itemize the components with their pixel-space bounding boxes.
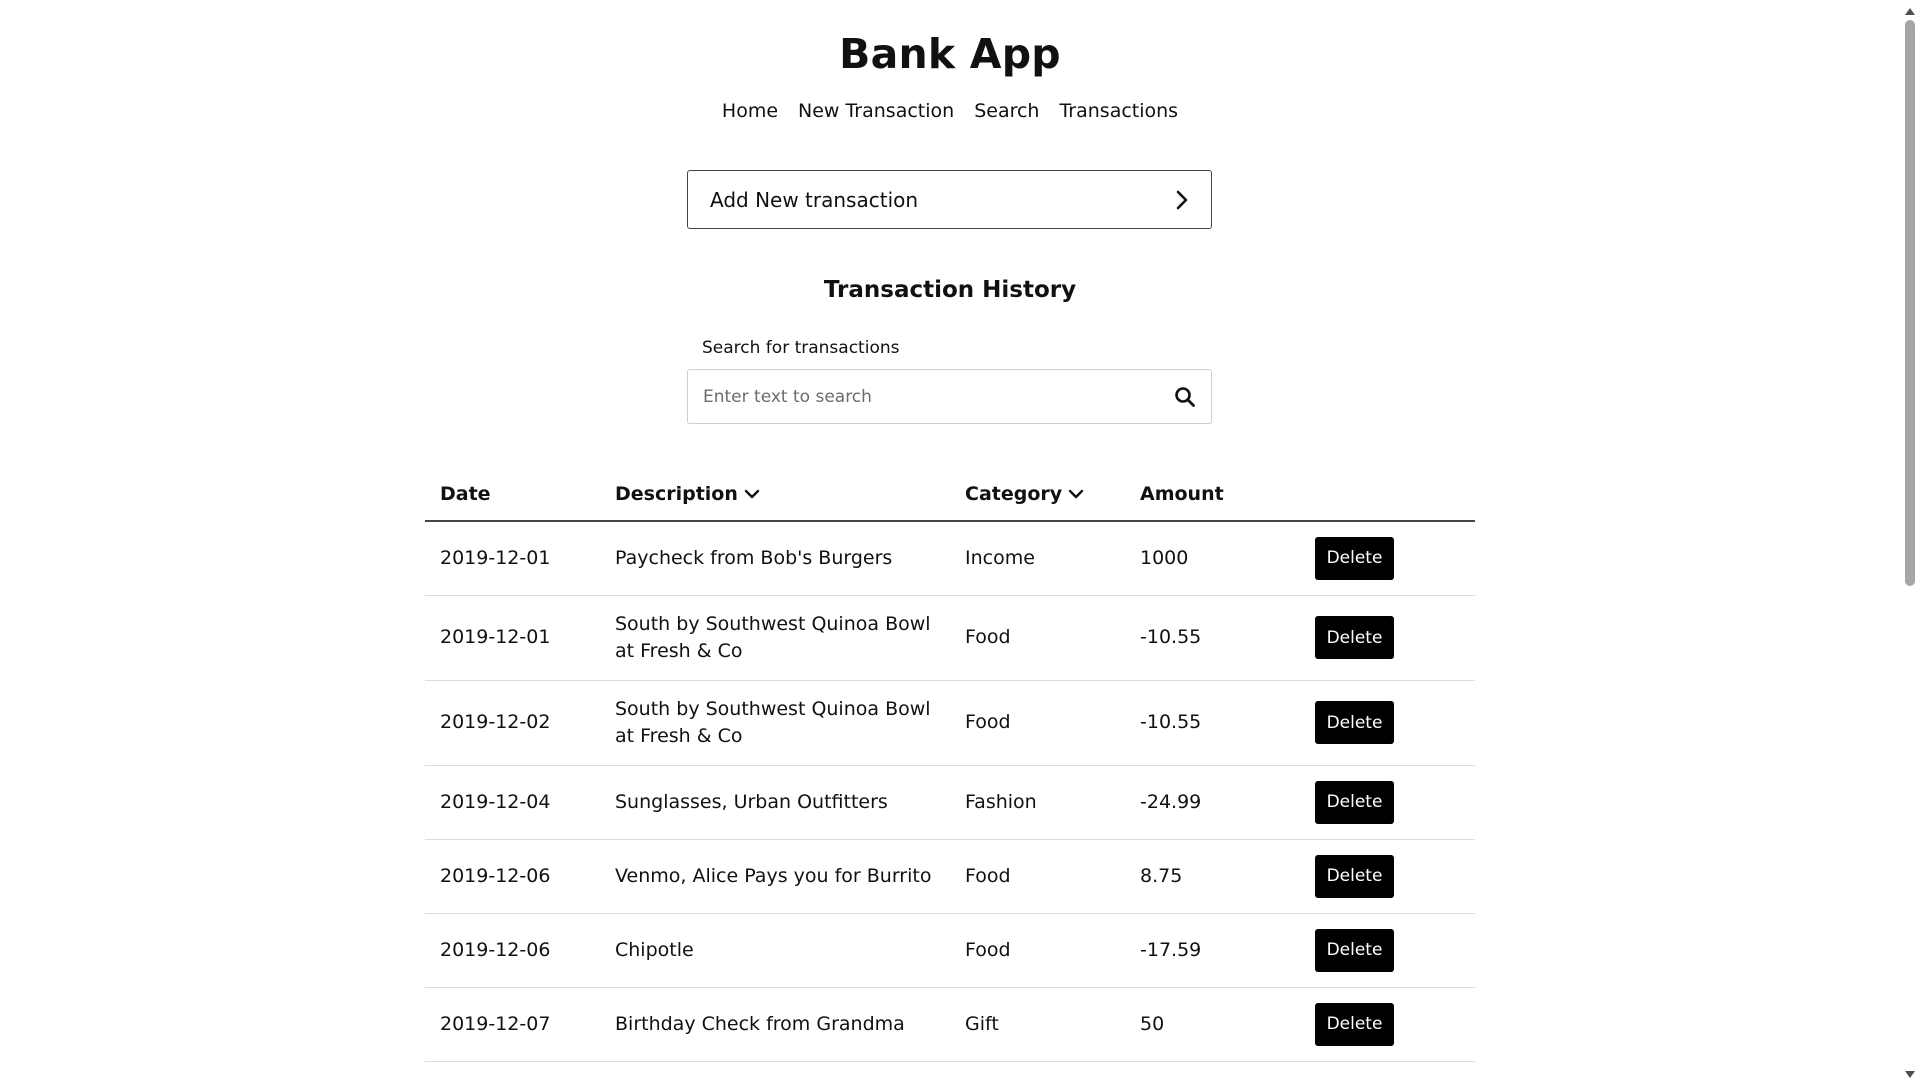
scroll-up-arrow-icon[interactable] <box>1904 3 1916 15</box>
column-header-date: Date <box>425 468 600 522</box>
chevron-right-icon <box>1175 189 1189 211</box>
cell-actions: Delete <box>1300 680 1475 766</box>
table-row: 2019-12-02 South by Southwest Quinoa Bowl… <box>425 680 1475 766</box>
cell-amount: -10.55 <box>1125 680 1300 766</box>
cell-date: 2019-12-02 <box>425 680 600 766</box>
cell-description: South by Southwest Quinoa Bowl at Fresh … <box>600 595 950 681</box>
scrollbar-thumb[interactable] <box>1905 20 1915 586</box>
column-header-date-label: Date <box>440 483 491 505</box>
cell-description: Birthday Check from Grandma <box>600 987 950 1062</box>
cell-description: South by Southwest Quinoa Bowl at Fresh … <box>600 680 950 766</box>
cell-actions: Delete <box>1300 765 1475 840</box>
column-header-category-label: Category <box>965 483 1063 505</box>
cell-date: 2019-12-04 <box>425 765 600 840</box>
column-header-category[interactable]: Category <box>950 468 1125 522</box>
cell-amount: 1000 <box>1125 521 1300 596</box>
cell-category: Gift <box>950 987 1125 1062</box>
transactions-table-wrapper: Date Description Category Amount 2019-12… <box>425 468 1475 1062</box>
table-row: 2019-12-04 Sunglasses, Urban Outfitters Fa… <box>425 765 1475 840</box>
table-row: 2019-12-01 South by Southwest Quinoa Bowl… <box>425 595 1475 681</box>
cell-amount: -17.59 <box>1125 913 1300 988</box>
column-header-actions <box>1300 468 1475 522</box>
cell-actions: Delete <box>1300 839 1475 914</box>
table-body: 2019-12-01 Paycheck from Bob's Burgers Inc… <box>425 521 1475 1062</box>
cell-category: Food <box>950 680 1125 766</box>
search-box <box>687 369 1212 424</box>
search-label: Search for transactions <box>702 338 900 358</box>
cell-date: 2019-12-06 <box>425 913 600 988</box>
cell-category: Income <box>950 521 1125 596</box>
cell-category: Food <box>950 595 1125 681</box>
column-header-amount: Amount <box>1125 468 1300 522</box>
cell-date: 2019-12-07 <box>425 987 600 1062</box>
search-input[interactable] <box>688 370 1158 423</box>
table-row: 2019-12-06 Venmo, Alice Pays you for Burr… <box>425 839 1475 914</box>
chevron-down-icon <box>1068 483 1084 505</box>
delete-button[interactable]: Delete <box>1315 701 1394 744</box>
delete-button[interactable]: Delete <box>1315 536 1394 580</box>
app-title: Bank App <box>839 30 1061 78</box>
column-header-description[interactable]: Description <box>600 468 950 522</box>
cell-actions: Delete <box>1300 521 1475 596</box>
main-content: Bank App Home New Transaction Search Tra… <box>0 0 1900 1080</box>
cell-amount: -24.99 <box>1125 765 1300 840</box>
delete-button[interactable]: Delete <box>1315 928 1394 972</box>
transaction-history-title: Transaction History <box>823 277 1077 303</box>
cell-category: Fashion <box>950 765 1125 840</box>
cell-category: Food <box>950 913 1125 988</box>
delete-button[interactable]: Delete <box>1315 780 1394 824</box>
scroll-down-arrow-icon[interactable] <box>1904 1065 1916 1078</box>
search-icon[interactable] <box>1173 385 1197 409</box>
table-header-row: Date Description Category Amount <box>425 468 1475 522</box>
column-header-description-label: Description <box>615 483 738 505</box>
cell-date: 2019-12-01 <box>425 521 600 596</box>
vertical-scrollbar[interactable] <box>1900 0 1920 1080</box>
cell-category: Food <box>950 839 1125 914</box>
transactions-table: Date Description Category Amount 2019-12… <box>425 468 1475 1062</box>
cell-actions: Delete <box>1300 595 1475 681</box>
cell-description: Chipotle <box>600 913 950 988</box>
cell-date: 2019-12-06 <box>425 839 600 914</box>
main-nav: Home New Transaction Search Transactions <box>0 100 1900 122</box>
cell-date: 2019-12-01 <box>425 595 600 681</box>
delete-button[interactable]: Delete <box>1315 854 1394 898</box>
cell-amount: -10.55 <box>1125 595 1300 681</box>
cell-description: Sunglasses, Urban Outfitters <box>600 765 950 840</box>
chevron-down-icon <box>744 483 760 505</box>
cell-amount: 50 <box>1125 987 1300 1062</box>
page: Bank App Home New Transaction Search Tra… <box>0 0 1920 1080</box>
cell-description: Paycheck from Bob's Burgers <box>600 521 950 596</box>
cell-actions: Delete <box>1300 913 1475 988</box>
nav-new-transaction[interactable]: New Transaction <box>798 100 954 122</box>
table-row: 2019-12-06 Chipotle Food -17.59 Delete <box>425 913 1475 988</box>
nav-search[interactable]: Search <box>974 100 1039 122</box>
add-new-transaction-label: Add New transaction <box>710 187 919 212</box>
add-new-transaction-button[interactable]: Add New transaction <box>687 170 1212 229</box>
cell-amount: 8.75 <box>1125 839 1300 914</box>
delete-button[interactable]: Delete <box>1315 616 1394 659</box>
cell-actions: Delete <box>1300 987 1475 1062</box>
column-header-amount-label: Amount <box>1140 483 1224 505</box>
delete-button[interactable]: Delete <box>1315 1002 1394 1046</box>
table-row: 2019-12-07 Birthday Check from Grandma Gif… <box>425 987 1475 1062</box>
cell-description: Venmo, Alice Pays you for Burrito <box>600 839 950 914</box>
table-row: 2019-12-01 Paycheck from Bob's Burgers Inc… <box>425 521 1475 596</box>
nav-home[interactable]: Home <box>722 100 778 122</box>
nav-transactions[interactable]: Transactions <box>1059 100 1178 122</box>
